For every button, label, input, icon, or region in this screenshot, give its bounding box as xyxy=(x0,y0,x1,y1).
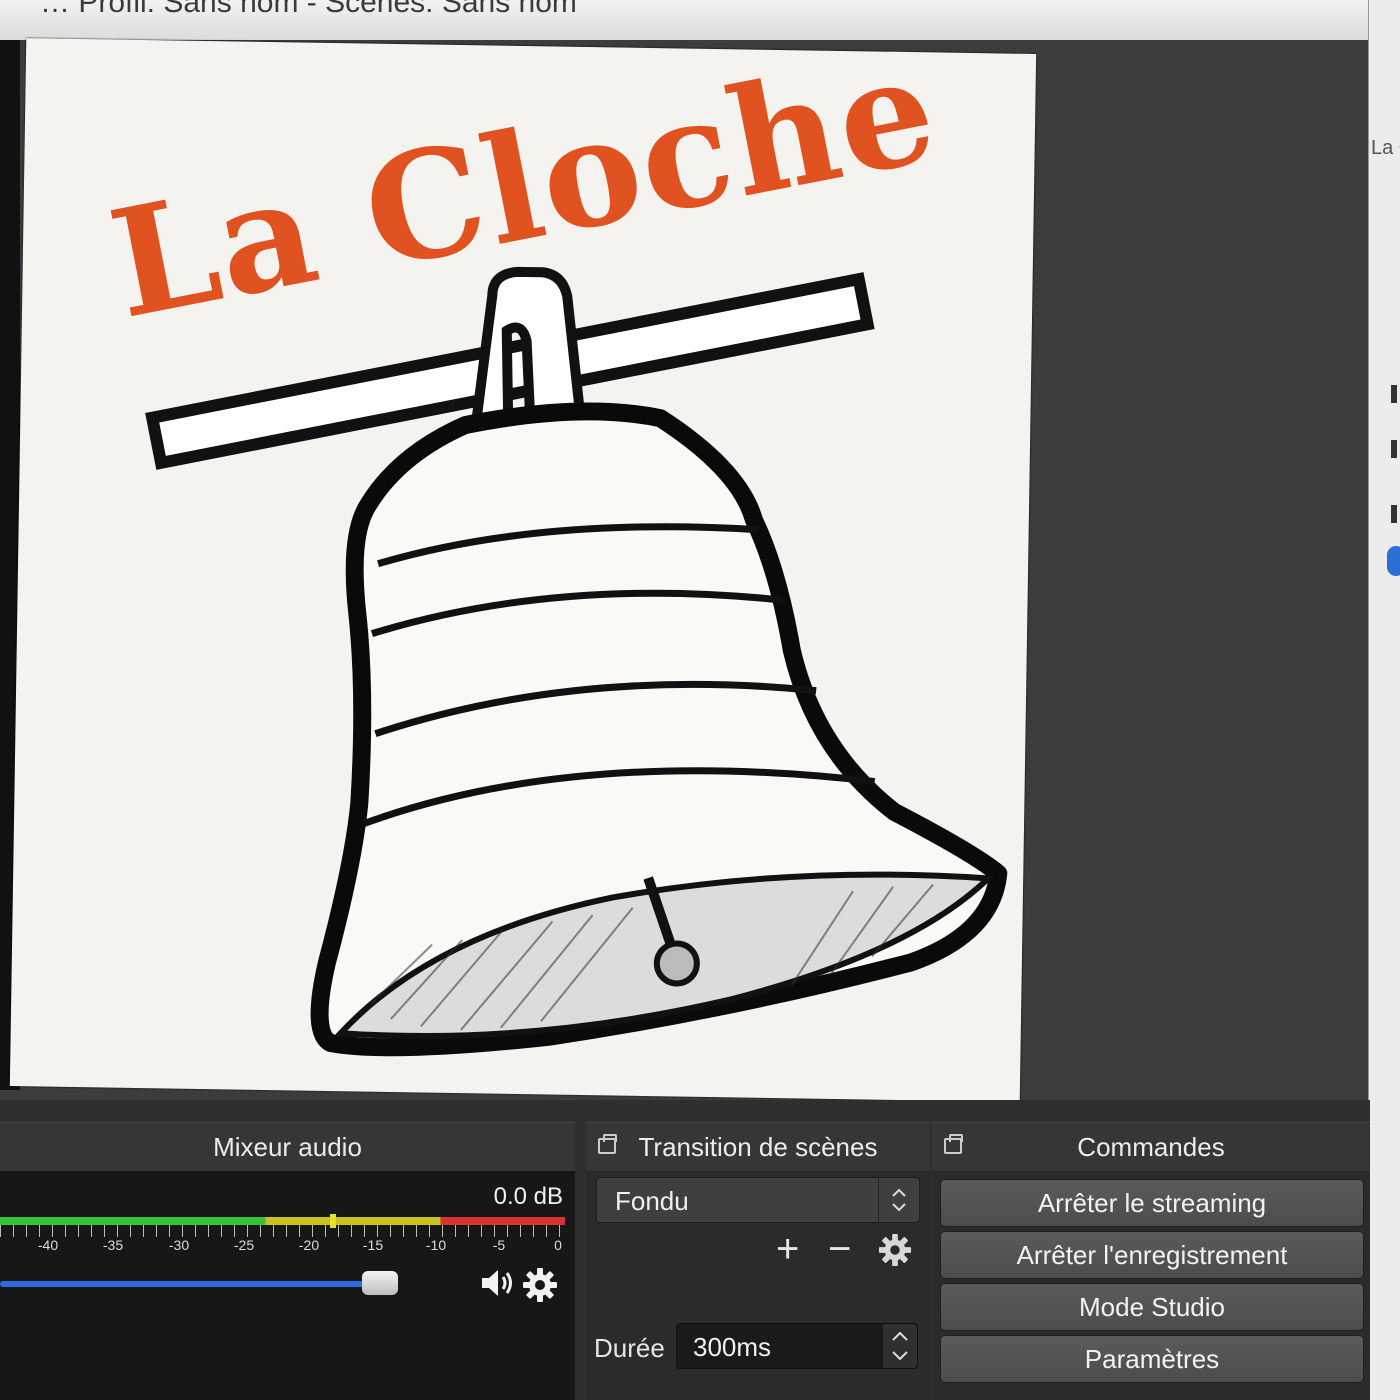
volume-db-label: 0.0 dB xyxy=(493,1183,563,1210)
settings-button[interactable]: Paramètres xyxy=(940,1335,1364,1383)
meter-tick-label: -5 xyxy=(492,1237,506,1253)
commands-header[interactable]: Commandes xyxy=(932,1123,1370,1172)
add-transition-button[interactable]: + xyxy=(776,1229,799,1269)
meter-tick-label: 0 xyxy=(554,1237,562,1253)
duration-spinbox[interactable]: 300ms xyxy=(676,1323,918,1369)
meter-tick-label: -30 xyxy=(168,1237,190,1253)
gear-icon[interactable] xyxy=(522,1267,558,1303)
meter-tick-label: -25 xyxy=(233,1237,255,1253)
volume-meter xyxy=(0,1214,565,1228)
stop-recording-button[interactable]: Arrêter l'enregistrement xyxy=(940,1231,1364,1279)
background-text-mark xyxy=(1391,505,1397,523)
commands-title: Commandes xyxy=(1077,1132,1225,1162)
duration-value: 300ms xyxy=(693,1332,772,1362)
background-window[interactable]: La C xyxy=(1368,0,1400,1400)
volume-fader-track[interactable] xyxy=(0,1281,374,1287)
undock-icon[interactable] xyxy=(944,1134,963,1154)
background-window-title: La C xyxy=(1371,137,1400,159)
select-arrows-icon xyxy=(878,1178,906,1222)
audio-mixer-title: Mixeur audio xyxy=(213,1132,362,1162)
meter-tick-label: -20 xyxy=(298,1237,320,1253)
volume-fader-handle[interactable] xyxy=(362,1271,398,1295)
stop-streaming-button[interactable]: Arrêter le streaming xyxy=(940,1179,1364,1227)
transition-settings-gear-icon[interactable] xyxy=(878,1233,912,1267)
scene-transitions-dock: Transition de scènes Fondu + − Durée 300… xyxy=(586,1122,930,1400)
scene-transitions-header[interactable]: Transition de scènes xyxy=(586,1123,930,1172)
meter-tick-label: -15 xyxy=(362,1237,384,1253)
speaker-icon[interactable] xyxy=(480,1267,518,1299)
studio-mode-button[interactable]: Mode Studio xyxy=(940,1283,1364,1331)
background-text-mark xyxy=(1391,385,1397,403)
window-title-bar: … Profil: Sans nom - Scènes: Sans nom xyxy=(0,0,1370,41)
meter-tick-label: -40 xyxy=(37,1237,59,1253)
remove-transition-button[interactable]: − xyxy=(828,1229,851,1269)
background-blue-badge xyxy=(1387,546,1400,576)
commands-dock: Commandes Arrêter le streaming Arrêter l… xyxy=(932,1122,1370,1400)
scene-transitions-title: Transition de scènes xyxy=(638,1132,878,1162)
audio-mixer-header[interactable]: Mixeur audio xyxy=(0,1123,575,1172)
scene-transitions-body: Fondu + − Durée 300ms xyxy=(586,1171,930,1400)
meter-tick-label: -10 xyxy=(425,1237,447,1253)
preview-canvas[interactable]: La Cloche xyxy=(9,20,1037,1102)
duration-label: Durée xyxy=(594,1333,665,1363)
transition-type-value: Fondu xyxy=(615,1186,689,1216)
spin-arrows-icon[interactable] xyxy=(883,1324,917,1368)
undock-icon[interactable] xyxy=(598,1134,617,1154)
background-text-mark xyxy=(1391,440,1397,458)
commands-body: Arrêter le streaming Arrêter l'enregistr… xyxy=(932,1171,1370,1400)
audio-mixer-dock: Mixeur audio 0.0 dB -40 -35 -30 -25 -20 … xyxy=(0,1122,575,1400)
volume-meter-ticks xyxy=(0,1225,565,1237)
transition-type-select[interactable]: Fondu xyxy=(596,1177,920,1223)
meter-tick-label: -35 xyxy=(102,1237,124,1253)
window-title: … Profil: Sans nom - Scènes: Sans nom xyxy=(40,0,577,19)
audio-mixer-body: 0.0 dB -40 -35 -30 -25 -20 -15 -10 -5 0 xyxy=(0,1171,575,1400)
volume-meter-scale: -40 -35 -30 -25 -20 -15 -10 -5 0 xyxy=(0,1237,565,1255)
